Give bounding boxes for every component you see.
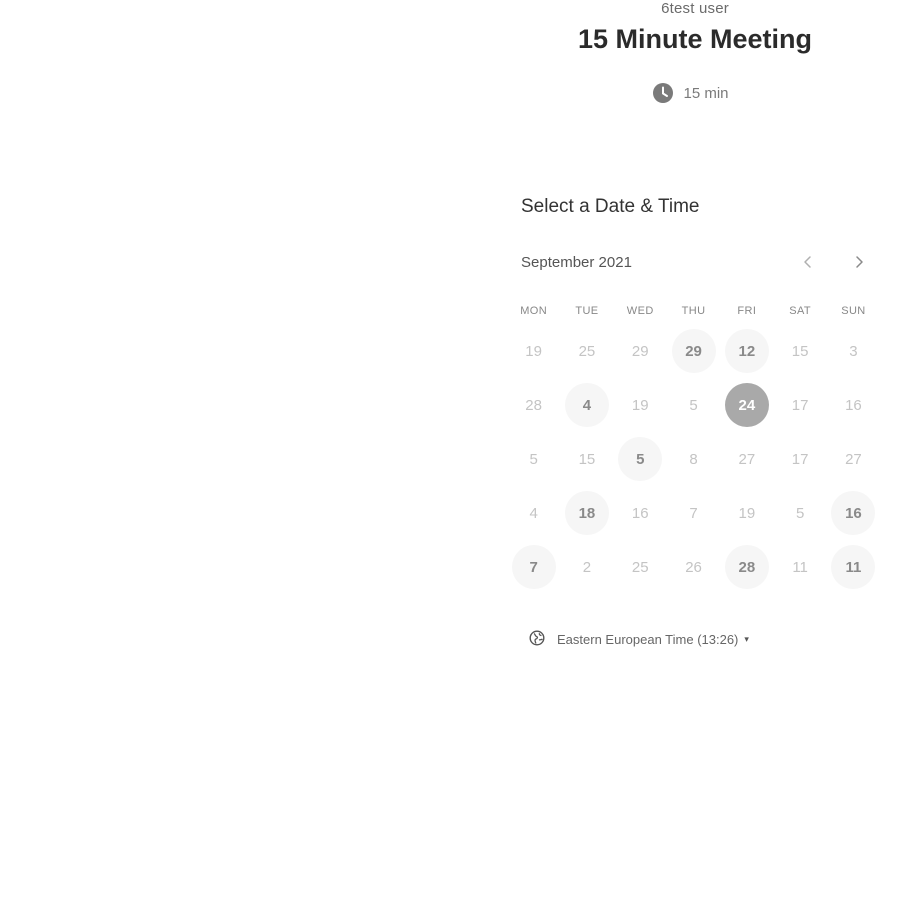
timezone-label: Eastern European Time (13:26) <box>557 632 739 647</box>
chevron-right-icon <box>853 255 865 274</box>
month-label: September 2021 <box>521 254 632 271</box>
calendar-day-disabled: 29 <box>631 342 649 360</box>
calendar-day-disabled: 16 <box>845 396 862 414</box>
calendar-cell: 5 <box>614 432 667 486</box>
user-name: 6test user <box>661 0 729 17</box>
calendar-day-disabled: 2 <box>582 558 592 576</box>
calendar-day-disabled: 15 <box>791 342 809 360</box>
calendar-day-disabled: 8 <box>689 450 698 468</box>
weekday-label: FRI <box>737 305 757 317</box>
calendar-cell: 15 <box>773 324 826 378</box>
calendar-cell: 19 <box>507 324 560 378</box>
calendar-cell: 11 <box>827 540 880 594</box>
calendar-cell: 4 <box>507 486 560 540</box>
calendar-cell: 28 <box>507 378 560 432</box>
calendar-day-disabled: 27 <box>845 450 862 468</box>
calendar-day-available[interactable]: 7 <box>511 545 556 589</box>
calendar-cell: 7 <box>667 486 720 540</box>
calendar-day-available[interactable]: 29 <box>671 329 716 373</box>
scheduling-panel: 6test user 15 Minute Meeting 15 min Sele… <box>505 0 885 900</box>
calendar-day-disabled: 28 <box>525 396 542 414</box>
duration-label: 15 min <box>683 84 729 102</box>
calendar-day-available[interactable]: 4 <box>564 383 609 427</box>
calendar-cell: 29 <box>667 324 720 378</box>
calendar-day-available[interactable]: 12 <box>724 329 769 373</box>
calendar-cell: 17 <box>773 432 826 486</box>
calendar-day-disabled: 5 <box>689 396 698 414</box>
calendar-cell: 5 <box>507 432 560 486</box>
calendar-cell: 16 <box>827 486 880 540</box>
calendar-day-disabled: 17 <box>791 396 809 414</box>
weekday-label: WED <box>626 305 654 317</box>
calendar-grid: 19 25 29 29 12 15 3 28 4 19 5 24 17 16 5 15 5 8 27 17 27 4 18 1… <box>507 324 879 594</box>
calendar-day-disabled: 15 <box>578 450 596 468</box>
weekday-label: SAT <box>789 305 812 317</box>
calendar-day-selected[interactable]: 24 <box>724 383 769 427</box>
prev-month-button[interactable] <box>794 250 822 278</box>
weekday-header: MON TUE WED THU FRI SAT SUN <box>507 305 879 317</box>
weekday-label: TUE <box>575 305 599 317</box>
calendar-cell: 18 <box>560 486 613 540</box>
calendar-cell: 8 <box>667 432 720 486</box>
calendar-day-available[interactable]: 5 <box>618 437 663 481</box>
calendar-day-disabled: 17 <box>791 450 809 468</box>
calendar-day-disabled: 25 <box>631 558 649 576</box>
calendar-cell: 26 <box>667 540 720 594</box>
timezone-selector[interactable]: Eastern European Time (13:26) ▾ <box>529 630 749 649</box>
calendar-day-disabled: 4 <box>529 504 538 522</box>
calendar-cell: 5 <box>667 378 720 432</box>
calendar-cell: 11 <box>773 540 826 594</box>
calendar-cell: 27 <box>827 432 880 486</box>
calendar-cell: 15 <box>560 432 613 486</box>
weekday-label: THU <box>681 305 706 317</box>
calendar-cell: 25 <box>614 540 667 594</box>
calendar-day-disabled: 5 <box>795 504 805 522</box>
calendar-cell: 24 <box>720 378 773 432</box>
section-title: Select a Date & Time <box>521 196 700 217</box>
calendar-day-disabled: 11 <box>792 558 808 576</box>
calendar-day-disabled: 16 <box>631 504 649 522</box>
calendar-day-available[interactable]: 18 <box>564 491 609 535</box>
calendar-cell: 5 <box>773 486 826 540</box>
calendar-day-disabled: 19 <box>738 504 756 522</box>
calendar-day-disabled: 3 <box>849 342 858 360</box>
clock-icon <box>653 83 674 103</box>
weekday-label: MON <box>520 305 548 317</box>
calendar-cell: 12 <box>720 324 773 378</box>
calendar-cell: 7 <box>507 540 560 594</box>
calendar-cell: 16 <box>827 378 880 432</box>
calendar-cell: 16 <box>614 486 667 540</box>
calendar-cell: 3 <box>827 324 880 378</box>
calendar-cell: 17 <box>773 378 826 432</box>
calendar-day-disabled: 19 <box>525 342 542 360</box>
calendar-day-disabled: 27 <box>738 450 756 468</box>
calendar-cell: 28 <box>720 540 773 594</box>
globe-icon <box>529 630 545 649</box>
next-month-button[interactable] <box>845 250 873 278</box>
calendar-day-disabled: 7 <box>689 504 698 522</box>
calendar-cell: 19 <box>614 378 667 432</box>
duration-info: 15 min <box>505 82 885 104</box>
event-title: 15 Minute Meeting <box>577 24 813 54</box>
calendar-day-disabled: 5 <box>529 450 538 468</box>
calendar-cell: 19 <box>720 486 773 540</box>
calendar-day-available[interactable]: 28 <box>724 545 769 589</box>
calendar-cell: 25 <box>560 324 613 378</box>
weekday-label: SUN <box>841 305 866 317</box>
calendar-day-available[interactable]: 16 <box>831 491 876 535</box>
calendar-cell: 29 <box>614 324 667 378</box>
calendar-day-disabled: 19 <box>631 396 649 414</box>
calendar-cell: 27 <box>720 432 773 486</box>
calendar-cell: 2 <box>560 540 613 594</box>
calendar-day-disabled: 25 <box>578 342 596 360</box>
caret-down-icon: ▾ <box>744 634 749 644</box>
calendar-cell: 4 <box>560 378 613 432</box>
calendar-day-available[interactable]: 11 <box>831 545 876 589</box>
calendar-day-disabled: 26 <box>685 558 702 576</box>
chevron-left-icon <box>802 255 814 274</box>
